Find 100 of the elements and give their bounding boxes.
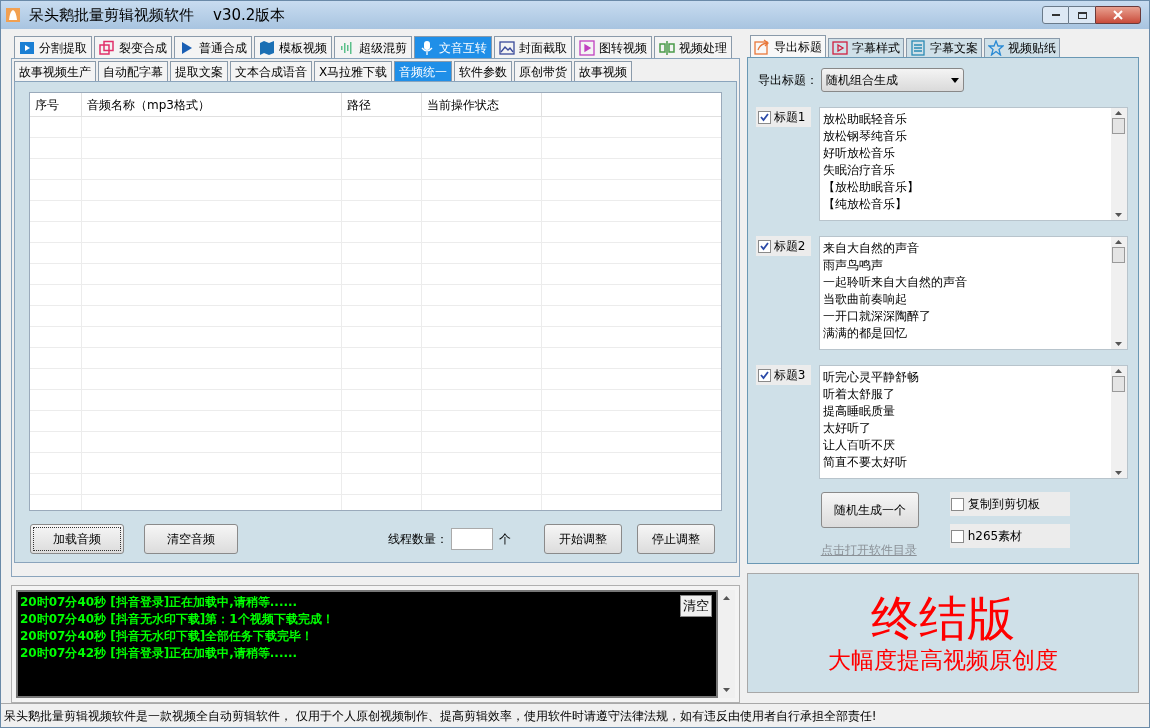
tab[interactable]: 字幕样式: [827, 38, 904, 57]
title-line: 让人百听不厌: [822, 437, 896, 454]
tab[interactable]: 视频处理: [654, 36, 732, 58]
microphone-icon: [419, 39, 435, 56]
scrollbar-thumb[interactable]: [1112, 247, 1126, 263]
title-line: 失眠治疗音乐: [822, 162, 896, 179]
tab[interactable]: 文本合成语音: [230, 61, 312, 81]
title-line: 一起聆听来自大自然的声音: [822, 274, 968, 291]
film-icon: [831, 40, 848, 56]
waveform-icon: [339, 39, 355, 56]
tab[interactable]: 模板视频: [254, 36, 332, 58]
tab[interactable]: 故事视频: [574, 61, 633, 81]
checkbox[interactable]: [757, 239, 771, 253]
scrollbar[interactable]: [1110, 108, 1127, 220]
up-arrow-icon[interactable]: [1115, 111, 1123, 115]
scrollbar[interactable]: [1110, 237, 1127, 349]
title-line: 提高睡眠质量: [822, 403, 896, 420]
title-line: 简直不要太好听: [822, 454, 908, 471]
scrollbar-thumb[interactable]: [1112, 118, 1126, 134]
option-checkbox[interactable]: 复制到剪切板: [949, 492, 1070, 516]
tab[interactable]: 原创带货: [514, 61, 573, 81]
down-arrow-icon[interactable]: [1115, 471, 1123, 475]
column-header[interactable]: 当前操作状态: [422, 93, 542, 116]
play-icon: [19, 39, 35, 56]
title-line: 【放松助眠音乐】: [822, 179, 920, 196]
tab[interactable]: 提取文案: [170, 61, 228, 81]
caret-icon: [950, 77, 959, 83]
load-audio-button[interactable]: 加载音频: [30, 524, 124, 554]
generate-button[interactable]: 随机生成一个: [820, 492, 919, 528]
column-header[interactable]: 路径: [342, 93, 422, 116]
title-line: 好听放松音乐: [822, 145, 896, 162]
title-checkbox[interactable]: 标题2: [755, 236, 811, 256]
picture-icon: [499, 39, 515, 56]
title-list-box[interactable]: 来自大自然的声音 雨声鸟鸣声 一起聆听来自大自然的声音 当歌曲前奏响起 一开口就深深陶醉了 满满的都是回忆: [818, 236, 1128, 350]
log-line: 20时07分40秒 [抖音无水印下载]第：1个视频下载完成！: [20, 611, 334, 628]
tab[interactable]: 字幕文案: [905, 38, 982, 57]
tab[interactable]: 普通合成: [174, 36, 252, 58]
log-line: 20时07分40秒 [抖音登录]正在加载中,请稍等......: [20, 594, 298, 611]
clear-log-button[interactable]: 清空: [679, 595, 712, 617]
unit-label: 个: [499, 531, 511, 548]
title-line: 当歌曲前奏响起: [822, 291, 908, 308]
thread-count-label: 线程数量：: [388, 531, 448, 548]
banner-title: 终结版: [870, 591, 1015, 645]
title-list-box[interactable]: 听完心灵平静舒畅 听着太舒服了 提高睡眠质量 太好听了 让人百听不厌 简直不要太好听: [818, 365, 1128, 479]
title-line: 一开口就深深陶醉了: [822, 308, 932, 325]
title-line: 听完心灵平静舒畅: [822, 369, 920, 386]
scrollbar-thumb[interactable]: [1112, 376, 1126, 392]
tab[interactable]: 导出标题: [749, 35, 826, 57]
tab[interactable]: 自动配字幕: [98, 61, 168, 81]
title-checkbox[interactable]: 标题1: [755, 107, 811, 127]
thread-count-field[interactable]: [451, 528, 493, 550]
checkbox[interactable]: [757, 368, 771, 382]
title-line: 【纯放松音乐】: [822, 196, 908, 213]
down-arrow-icon[interactable]: [1115, 342, 1123, 346]
start-button[interactable]: 开始调整: [544, 524, 622, 554]
title-line: 太好听了: [822, 420, 872, 437]
scrollbar[interactable]: [1110, 366, 1127, 478]
column-header[interactable]: 音频名称（mp3格式）: [82, 93, 342, 116]
app-logo-icon: [5, 7, 21, 23]
banner-subtitle: 大幅度提高视频原创度: [827, 646, 1058, 675]
checkbox[interactable]: [950, 497, 964, 511]
document-icon: [909, 40, 926, 56]
tab[interactable]: 视频贴纸: [983, 38, 1060, 57]
tab[interactable]: 超级混剪: [334, 36, 412, 58]
clear-audio-button[interactable]: 清空音频: [144, 524, 238, 554]
tab[interactable]: X马拉雅下载: [314, 61, 393, 81]
status-text: 呆头鹅批量剪辑视频软件是一款视频全自动剪辑软件， 仅用于个人原创视频制作、提高剪辑效率，使用软件时请遵守法律法规，如有违反由使用者自行承担全部责任!: [4, 707, 877, 725]
title-list-box[interactable]: 放松助眠轻音乐 放松钢琴纯音乐 好听放松音乐 失眠治疗音乐 【放松助眠音乐】 【纯放松音乐】: [818, 107, 1128, 221]
title-line: 放松钢琴纯音乐: [822, 128, 908, 145]
title-line: 听着太舒服了: [822, 386, 896, 403]
checkbox[interactable]: [950, 529, 964, 543]
title-checkbox[interactable]: 标题3: [755, 365, 811, 385]
up-arrow-icon[interactable]: [722, 596, 730, 600]
stop-button[interactable]: 停止调整: [637, 524, 715, 554]
maximize-button[interactable]: [1069, 6, 1095, 24]
option-checkbox[interactable]: h265素材: [949, 524, 1070, 548]
title-line: 满满的都是回忆: [822, 325, 908, 342]
tab[interactable]: 故事视频生产: [14, 61, 96, 81]
down-arrow-icon[interactable]: [1115, 213, 1123, 217]
checkbox[interactable]: [757, 110, 771, 124]
tab[interactable]: 裂变合成: [94, 36, 172, 58]
export-title-label: 导出标题：: [757, 72, 818, 89]
tab[interactable]: 软件参数: [454, 61, 513, 81]
map-icon: [259, 39, 275, 56]
play-frame-icon: [579, 39, 595, 56]
log-line: 20时07分40秒 [抖音无水印下载]全部任务下载完毕！: [20, 628, 314, 645]
up-arrow-icon[interactable]: [1115, 240, 1123, 244]
log-line: 20时07分42秒 [抖音登录]正在加载中,请稍等......: [20, 645, 298, 662]
tab[interactable]: 封面截取: [494, 36, 572, 58]
export-mode-dropdown[interactable]: 随机组合生成: [820, 68, 964, 92]
column-header[interactable]: 序号: [30, 93, 82, 116]
tab[interactable]: 分割提取: [14, 36, 92, 58]
down-arrow-icon[interactable]: [722, 688, 730, 692]
close-button[interactable]: [1095, 6, 1141, 24]
window-title: 呆头鹅批量剪辑视频软件 v30.2版本: [29, 4, 286, 26]
minimize-button[interactable]: [1042, 6, 1069, 24]
up-arrow-icon[interactable]: [1115, 369, 1123, 373]
title-line: 雨声鸟鸣声: [822, 257, 884, 274]
title-line: 放松助眠轻音乐: [822, 111, 908, 128]
tab[interactable]: 图转视频: [574, 36, 652, 58]
